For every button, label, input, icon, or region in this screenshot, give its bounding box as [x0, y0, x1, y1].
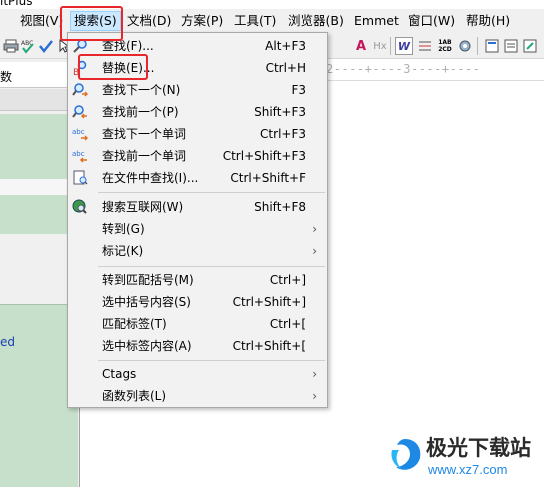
menu-item-find-next[interactable]: 查找下一个(N) F3: [68, 79, 327, 101]
watermark: 极光下载站 www.xz7.com: [382, 428, 542, 484]
toolbar-separator: [390, 37, 391, 55]
menu-item-goto-matching-bracket[interactable]: 转到匹配括号(M) Ctrl+]: [68, 269, 327, 291]
menu-item-label: Ctags: [102, 367, 137, 381]
menu-separator: [98, 266, 325, 267]
menu-item-label: 查找前一个(P): [102, 105, 179, 119]
search-web-icon: [72, 199, 88, 215]
menu-item-label: 搜索互联网(W): [102, 200, 184, 214]
menu-item-shortcut: Ctrl+H: [265, 61, 306, 75]
window-title-text: ltPlus: [0, 0, 33, 8]
spellcheck-icon[interactable]: ABC: [19, 37, 37, 55]
watermark-text: 极光下载站: [426, 436, 531, 460]
menu-item-label: 选中括号内容(S): [102, 295, 191, 309]
menu-item-shortcut: Ctrl+Shift+F3: [222, 149, 306, 163]
menu-separator: [98, 192, 325, 193]
menu-item-shortcut: Shift+F3: [254, 105, 306, 119]
menu-item-find-prev[interactable]: 查找前一个(P) Shift+F3: [68, 101, 327, 123]
word-wrap-label: W: [397, 39, 411, 53]
find-next-icon: [72, 82, 88, 98]
menu-view[interactable]: 视图(V): [17, 12, 66, 30]
chevron-right-icon: ›: [312, 244, 317, 258]
toolbar-separator-2: [477, 37, 478, 55]
find-in-files-icon: [72, 170, 88, 186]
menu-browser[interactable]: 浏览器(B): [285, 12, 347, 30]
menu-item-shortcut: Shift+F8: [254, 200, 306, 214]
menu-item-select-bracket-content[interactable]: 选中括号内容(S) Ctrl+Shift+]: [68, 291, 327, 313]
chevron-right-icon: ›: [312, 222, 317, 236]
menu-item-label: 查找前一个单词: [102, 149, 187, 163]
menu-item-find-in-files[interactable]: 在文件中查找(I)... Ctrl+Shift+F: [68, 167, 327, 189]
font-size-label: A: [355, 38, 367, 54]
find-prev-word-icon: abc: [72, 148, 88, 164]
menu-item-ctags[interactable]: Ctags ›: [68, 363, 327, 385]
find-next-word-icon: abc: [72, 126, 88, 142]
font-size-icon[interactable]: A: [352, 37, 370, 55]
menu-scheme[interactable]: 方案(P): [178, 12, 226, 30]
view-2-icon[interactable]: [502, 37, 520, 55]
check-icon[interactable]: [37, 37, 55, 55]
menu-item-label: 查找下一个单词: [102, 127, 187, 141]
menu-item-function-list[interactable]: 函数列表(L) ›: [68, 385, 327, 407]
menu-item-shortcut: Ctrl+Shift+]: [232, 295, 306, 309]
menu-item-match-tag[interactable]: 匹配标签(T) Ctrl+[: [68, 313, 327, 335]
find-prev-icon: [72, 104, 88, 120]
menu-item-shortcut: Ctrl+[: [269, 317, 306, 331]
hx-icon[interactable]: Hx: [371, 37, 389, 55]
svg-text:abc: abc: [72, 128, 85, 136]
menu-item-shortcut: Ctrl+F3: [260, 127, 306, 141]
menu-item-bookmark[interactable]: 标记(K) ›: [68, 240, 327, 262]
menu-item-label: 转到(G): [102, 222, 145, 236]
menu-item-label: 转到匹配括号(M): [102, 273, 194, 287]
menu-item-shortcut: Ctrl+Shift+[: [232, 339, 306, 353]
search-menu-dropdown: 查找(F)... Alt+F3 B 替换(E)... Ctrl+H 查找下一个(…: [67, 32, 328, 408]
menu-item-search-web[interactable]: 搜索互联网(W) Shift+F8: [68, 196, 327, 218]
watermark-logo-icon: [391, 439, 421, 470]
abc-cd-label: 1AB 2CD: [438, 39, 452, 53]
menu-item-label: 匹配标签(T): [102, 317, 167, 331]
print-icon[interactable]: [2, 37, 20, 55]
settings-icon[interactable]: [456, 37, 474, 55]
chevron-right-icon: ›: [312, 389, 317, 403]
hx-label: Hx: [373, 40, 387, 52]
menu-item-label: 函数列表(L): [102, 389, 167, 403]
menu-item-shortcut: Ctrl+]: [269, 273, 306, 287]
line-numbers-icon[interactable]: [416, 37, 434, 55]
highlight-replace-item: [78, 54, 148, 80]
menu-item-label: 在文件中查找(I)...: [102, 171, 199, 185]
view-icon[interactable]: [483, 37, 501, 55]
highlight-search-menu: [60, 6, 123, 41]
menu-emmet[interactable]: Emmet: [351, 12, 402, 30]
menu-item-shortcut: Alt+F3: [265, 39, 306, 53]
ruler-text: 2----+----3----+----: [326, 62, 481, 76]
panel-tab-label: 数: [0, 70, 13, 84]
menu-separator: [98, 360, 325, 361]
chevron-right-icon: ›: [312, 367, 317, 381]
menu-window[interactable]: 窗口(W): [405, 12, 458, 30]
menu-item-label: 选中标签内容(A): [102, 339, 192, 353]
menu-item-find-next-word[interactable]: abc 查找下一个单词 Ctrl+F3: [68, 123, 327, 145]
menu-item-select-tag-content[interactable]: 选中标签内容(A) Ctrl+Shift+[: [68, 335, 327, 357]
menu-item-shortcut: F3: [291, 83, 306, 97]
menu-item-label: 标记(K): [102, 244, 144, 258]
menu-item-find-prev-word[interactable]: abc 查找前一个单词 Ctrl+Shift+F3: [68, 145, 327, 167]
watermark-url: www.xz7.com: [428, 462, 508, 477]
panel-list-item[interactable]: ed: [0, 335, 15, 349]
menu-help[interactable]: 帮助(H): [463, 12, 513, 30]
view-3-icon[interactable]: [521, 37, 539, 55]
menu-tools[interactable]: 工具(T): [231, 12, 279, 30]
menu-item-shortcut: Ctrl+Shift+F: [230, 171, 306, 185]
abc-cd-icon[interactable]: 1AB 2CD: [436, 37, 454, 55]
menu-document[interactable]: 文档(D): [124, 12, 174, 30]
menu-item-label: 查找下一个(N): [102, 83, 181, 97]
svg-text:abc: abc: [72, 150, 85, 158]
word-wrap-icon[interactable]: W: [395, 37, 413, 55]
menu-item-goto[interactable]: 转到(G) ›: [68, 218, 327, 240]
